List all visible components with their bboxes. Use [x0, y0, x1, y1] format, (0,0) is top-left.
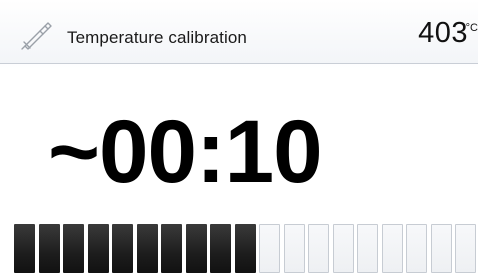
progress-segment-filled — [161, 224, 182, 273]
header-bar: Temperature calibration 403 °C — [0, 0, 478, 64]
progress-segment-filled — [235, 224, 256, 273]
progress-segment-empty — [308, 224, 329, 273]
calibration-screen: Temperature calibration 403 °C ~00:10 — [0, 0, 478, 273]
progress-segment-empty — [382, 224, 403, 273]
page-title: Temperature calibration — [67, 28, 247, 47]
progress-bar — [14, 224, 478, 273]
progress-segment-filled — [112, 224, 133, 273]
progress-segment-empty — [431, 224, 452, 273]
progress-segment-empty — [259, 224, 280, 273]
progress-segment-empty — [357, 224, 378, 273]
countdown-timer: ~00:10 — [48, 101, 323, 201]
thermocouple-probe-icon — [20, 18, 54, 52]
temperature-readout: 403 — [418, 17, 468, 49]
progress-segment-filled — [186, 224, 207, 273]
progress-segment-filled — [39, 224, 60, 273]
progress-segment-filled — [88, 224, 109, 273]
temperature-unit: °C — [465, 22, 478, 34]
progress-segment-empty — [284, 224, 305, 273]
progress-segment-empty — [406, 224, 427, 273]
progress-segment-filled — [210, 224, 231, 273]
progress-segment-filled — [14, 224, 35, 273]
progress-segment-empty — [333, 224, 354, 273]
progress-segment-filled — [137, 224, 158, 273]
progress-segment-filled — [63, 224, 84, 273]
progress-segment-empty — [455, 224, 476, 273]
